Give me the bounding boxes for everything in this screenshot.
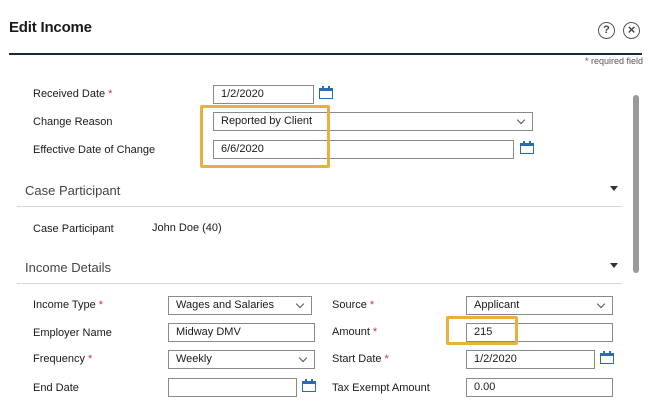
chevron-down-icon (295, 299, 305, 309)
calendar-icon[interactable] (302, 379, 316, 392)
section-title-income-details: Income Details (25, 260, 111, 275)
amount-label: Amount * (332, 326, 378, 338)
income-type-value: Wages and Salaries (176, 299, 275, 311)
highlight-box (446, 316, 518, 345)
section-title-case-participant: Case Participant (25, 183, 121, 198)
employer-name-label: Employer Name (33, 327, 112, 339)
frequency-value: Weekly (176, 353, 212, 365)
employer-name-input[interactable]: Midway DMV (168, 323, 315, 342)
received-date-input[interactable]: 1/2/2020 (213, 85, 314, 104)
tax-exempt-amount-input[interactable]: 0.00 (466, 378, 613, 397)
frequency-label: Frequency * (33, 353, 93, 365)
income-type-label: Income Type * (33, 299, 104, 311)
collapse-caret-icon[interactable] (610, 263, 618, 268)
section-divider (17, 283, 622, 284)
help-icon[interactable]: ? (598, 22, 615, 39)
dialog-header: Edit Income ? × (0, 0, 651, 56)
start-date-input[interactable]: 1/2/2020 (466, 350, 595, 369)
chevron-down-icon (596, 299, 606, 309)
collapse-caret-icon[interactable] (610, 186, 618, 191)
effective-date-label: Effective Date of Change (33, 144, 156, 156)
chevron-down-icon (516, 115, 526, 125)
chevron-down-icon (298, 353, 308, 363)
received-date-label: Received Date * (33, 88, 113, 100)
end-date-input[interactable] (168, 378, 297, 397)
income-type-select[interactable]: Wages and Salaries (168, 296, 312, 315)
source-label: Source * (332, 299, 375, 311)
dialog-title: Edit Income (9, 19, 92, 36)
calendar-icon[interactable] (319, 86, 333, 99)
end-date-label: End Date (33, 382, 79, 394)
case-participant-label: Case Participant (33, 223, 114, 235)
header-divider (9, 53, 642, 55)
source-select[interactable]: Applicant (466, 296, 613, 315)
frequency-select[interactable]: Weekly (168, 350, 315, 369)
tax-exempt-amount-label: Tax Exempt Amount (332, 382, 430, 394)
case-participant-value: John Doe (40) (152, 222, 222, 234)
close-icon[interactable]: × (623, 22, 640, 39)
change-reason-label: Change Reason (33, 116, 113, 128)
source-value: Applicant (474, 299, 520, 311)
calendar-icon[interactable] (520, 141, 534, 154)
section-divider (17, 206, 622, 207)
highlight-box (200, 105, 330, 168)
start-date-label: Start Date * (332, 353, 389, 365)
scrollbar-thumb[interactable] (633, 95, 639, 273)
calendar-icon[interactable] (600, 351, 614, 364)
